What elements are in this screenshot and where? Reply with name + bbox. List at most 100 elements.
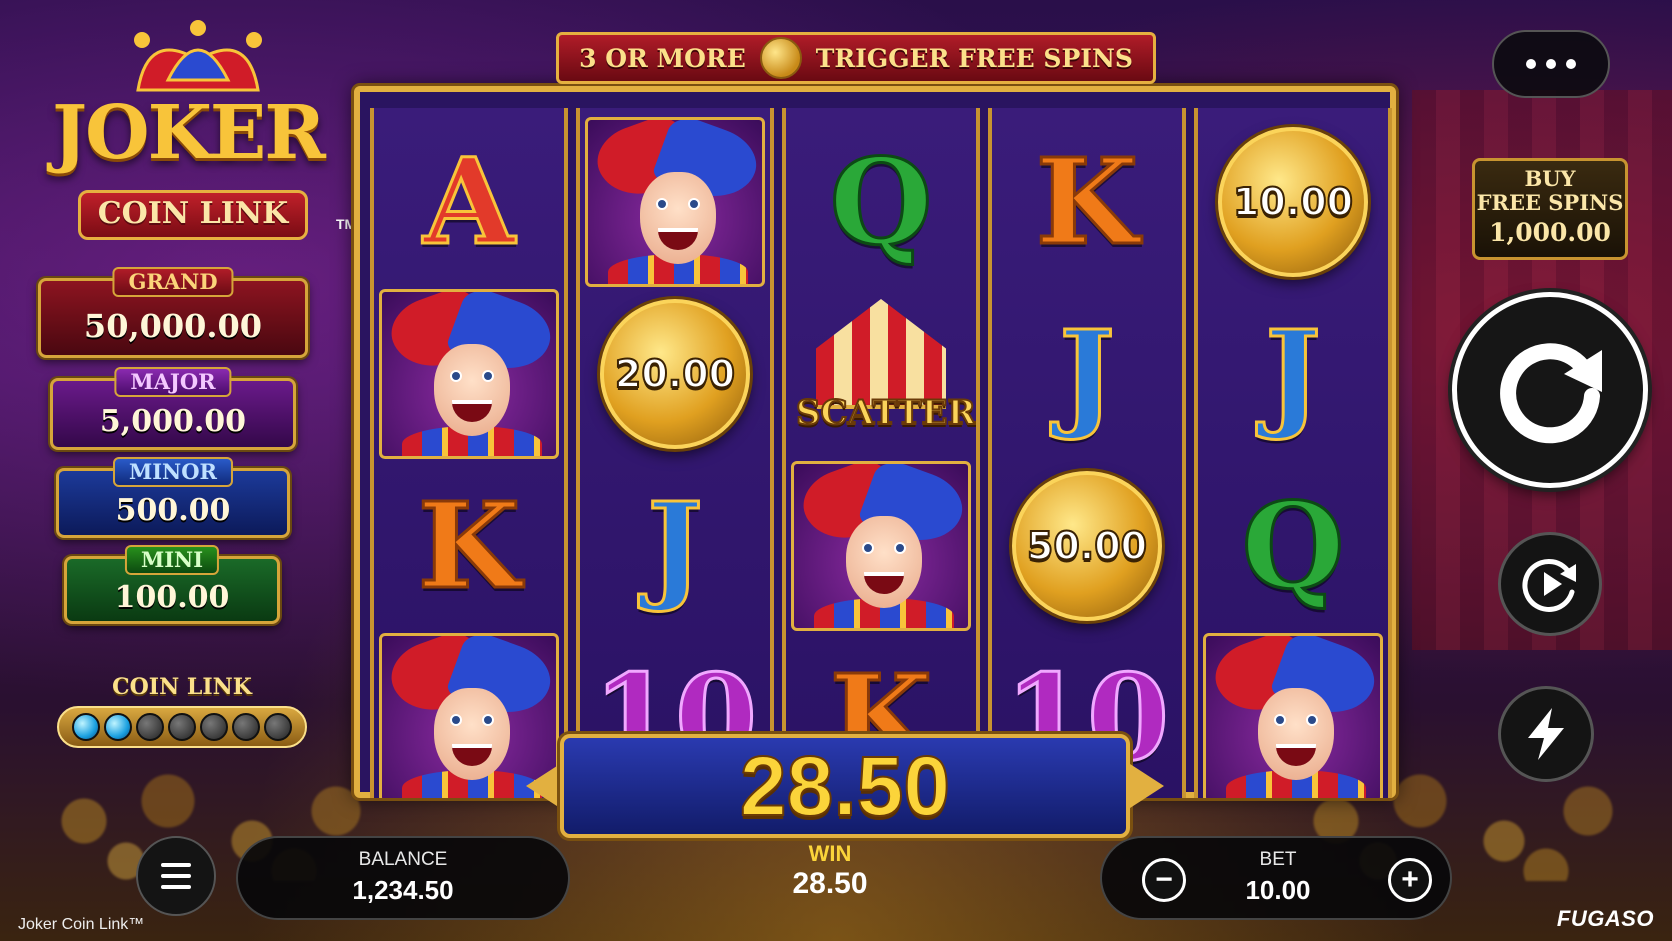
dot-icon: [1526, 59, 1536, 69]
reel-2: 20.00 J 10: [576, 108, 774, 798]
scatter-label: SCATTER: [795, 392, 976, 434]
symbol-a: A: [374, 116, 564, 288]
joker-icon: [791, 461, 971, 631]
reel-4: K J 50.00 10: [988, 108, 1186, 798]
coin-icon: [759, 37, 802, 79]
coin-value: 50.00: [1026, 523, 1148, 569]
symbol-k: K: [992, 116, 1182, 288]
jackpot-mini: MINI 100.00: [64, 545, 280, 624]
game-logo: JOKER COIN LINK TM: [28, 20, 356, 250]
banner-left-text: 3 OR MORE: [579, 43, 746, 73]
joker-icon: [585, 117, 765, 287]
symbol-q: Q: [1198, 460, 1388, 632]
symbol-joker: [374, 288, 564, 460]
coin-icon: 10.00: [1218, 127, 1368, 277]
gem-empty-icon: [232, 713, 260, 741]
bet-control: − BET 10.00 +: [1100, 836, 1452, 920]
autoplay-icon: [1522, 559, 1576, 612]
symbol-j: J: [1198, 288, 1388, 460]
symbol-letter: Q: [1240, 476, 1346, 615]
win-display: 28.50: [560, 734, 1130, 838]
balance-label: BALANCE: [358, 849, 448, 870]
bet-value: 10.00: [1245, 875, 1311, 905]
symbol-letter: J: [1058, 304, 1117, 443]
coin-icon: 50.00: [1012, 471, 1162, 621]
gem-empty-icon: [168, 713, 196, 741]
win-value: 28.50: [792, 867, 868, 900]
jackpot-major-label: MAJOR: [114, 367, 232, 397]
decrease-bet-button[interactable]: −: [1142, 858, 1186, 902]
more-options-button[interactable]: [1492, 30, 1610, 98]
joker-icon: [1203, 633, 1383, 798]
buy-free-spins-button[interactable]: BUY FREE SPINS 1,000.00: [1472, 158, 1628, 260]
symbol-joker: [1198, 632, 1388, 798]
provider-logo: FUGASO: [1556, 906, 1654, 931]
coin-value: 20.00: [614, 351, 736, 397]
symbol-letter: J: [646, 476, 705, 615]
win-info: WIN 28.50: [740, 842, 920, 902]
symbol-coin: 50.00: [992, 460, 1182, 632]
bet-label: BET: [1259, 849, 1297, 870]
symbol-letter: J: [1264, 304, 1323, 443]
circus-tent-icon: SCATTER: [795, 289, 976, 459]
joker-icon: [379, 289, 559, 459]
win-arrow-left: [526, 764, 560, 808]
jackpot-mini-label: MINI: [124, 545, 220, 575]
jester-hat-icon: [134, 20, 262, 92]
win-amount: 28.50: [739, 738, 951, 834]
reels-frame: A K 20.00 J 10 Q SCATTER K K J 50.00 10 10.00 J Q: [354, 86, 1396, 798]
reel-3: Q SCATTER K: [782, 108, 980, 798]
symbol-scatter: SCATTER: [786, 288, 976, 460]
logo-subtitle: COIN LINK: [78, 190, 308, 240]
symbol-joker: [786, 460, 976, 632]
jackpot-major: MAJOR 5,000.00: [50, 367, 296, 450]
symbol-k: K: [374, 460, 564, 632]
symbol-joker: [580, 116, 770, 288]
symbol-letter: K: [416, 476, 522, 615]
spin-arrow-icon: [1500, 343, 1602, 444]
buy-label: BUY: [1524, 166, 1576, 191]
gem-empty-icon: [136, 713, 164, 741]
jackpot-grand-label: GRAND: [112, 267, 234, 297]
symbol-j: J: [992, 288, 1182, 460]
win-arrow-right: [1130, 764, 1164, 808]
symbol-letter: Q: [828, 132, 934, 271]
coin-icon: 20.00: [600, 299, 750, 449]
free-spins-label: FREE SPINS: [1476, 190, 1624, 215]
bet-display: BET 10.00: [1192, 848, 1364, 908]
coin-link-label: COIN LINK: [112, 674, 252, 700]
symbol-q: Q: [786, 116, 976, 288]
coin-link-meter: COIN LINK: [44, 674, 320, 764]
autoplay-button[interactable]: [1498, 532, 1602, 636]
logo-title: JOKER: [52, 90, 326, 176]
reel-5: 10.00 J Q: [1194, 108, 1392, 798]
coin-value: 10.00: [1232, 179, 1354, 225]
symbol-j: J: [580, 460, 770, 632]
coin-link-gems: [57, 706, 307, 748]
gem-empty-icon: [264, 713, 292, 741]
gem-lit-icon: [104, 713, 132, 741]
dot-icon: [1566, 59, 1576, 69]
jackpot-minor: MINOR 500.00: [56, 457, 290, 538]
dot-icon: [1546, 59, 1556, 69]
turbo-button[interactable]: [1498, 686, 1594, 782]
balance-value: 1,234.50: [352, 875, 454, 905]
win-label: WIN: [808, 841, 852, 866]
increase-bet-button[interactable]: +: [1388, 858, 1432, 902]
menu-button[interactable]: [136, 836, 216, 916]
plus-icon: +: [1401, 863, 1419, 896]
spin-button[interactable]: [1452, 292, 1648, 488]
buy-price: 1,000.00: [1489, 218, 1611, 247]
jackpot-minor-label: MINOR: [112, 457, 234, 487]
symbol-coin: 10.00: [1198, 116, 1388, 288]
symbol-letter: A: [422, 132, 517, 271]
balance-display: BALANCE 1,234.50: [236, 836, 570, 920]
gem-lit-icon: [72, 713, 100, 741]
banner-right-text: TRIGGER FREE SPINS: [815, 43, 1133, 73]
symbol-coin: 20.00: [580, 288, 770, 460]
jackpot-grand: GRAND 50,000.00: [38, 267, 308, 358]
minus-icon: −: [1155, 863, 1173, 896]
menu-icon: [161, 863, 191, 867]
free-spins-banner: 3 OR MORE TRIGGER FREE SPINS: [556, 32, 1156, 84]
lightning-icon: [1528, 708, 1564, 760]
